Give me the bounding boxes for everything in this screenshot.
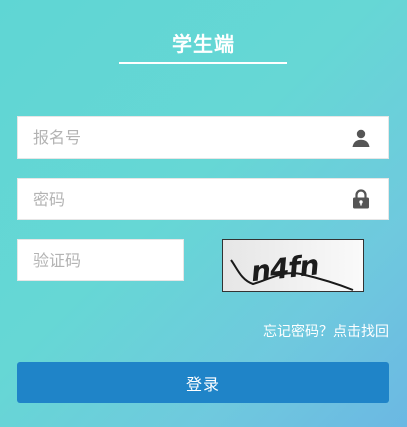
login-button[interactable]: 登录 [17,362,389,403]
captcha-field [17,239,184,281]
registration-number-input[interactable] [18,117,388,158]
user-icon [350,127,372,149]
password-input[interactable] [18,179,388,219]
password-field [17,178,389,220]
forgot-password-link[interactable]: 忘记密码？点击找回 [263,321,389,341]
captcha-image[interactable]: n4fn [222,239,364,292]
title-underline [119,62,287,64]
captcha-input[interactable] [18,240,183,280]
page-title: 学生端 [172,32,235,56]
lock-icon [350,188,372,210]
registration-number-field [17,116,389,159]
captcha-text: n4fn [249,248,320,288]
